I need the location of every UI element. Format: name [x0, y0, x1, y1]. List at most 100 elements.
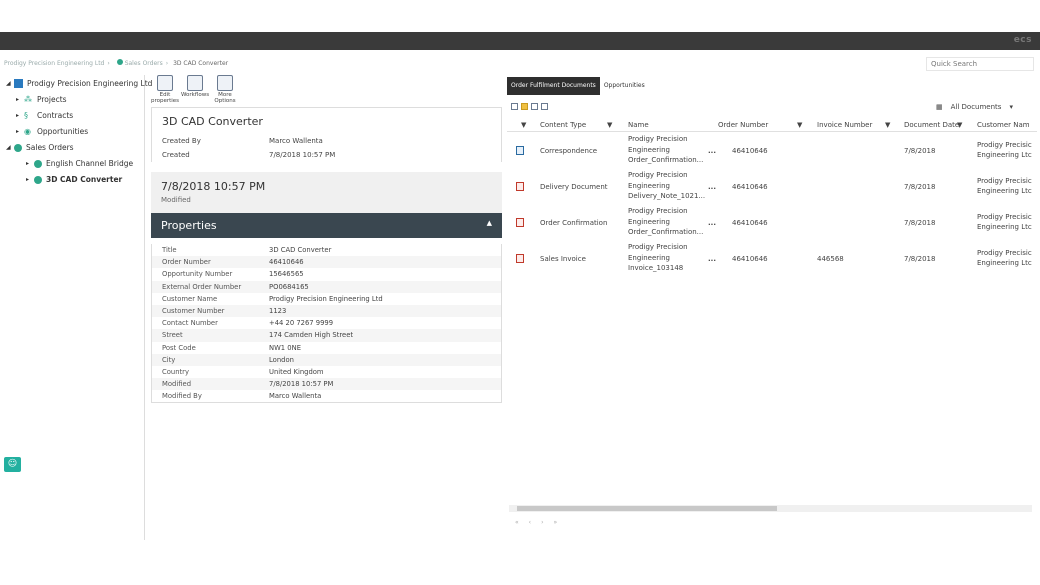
property-value: 46410646 — [269, 258, 304, 267]
tree-label: Opportunities — [37, 127, 89, 136]
workflows-icon — [187, 75, 203, 91]
table-row[interactable]: Sales Invoice Prodigy Precision Engineerin… — [507, 241, 1037, 277]
tree-item-3d-cad-converter[interactable]: ▸ 3D CAD Converter — [26, 175, 122, 184]
name-line: Prodigy Precision — [628, 135, 688, 143]
more-actions-button[interactable]: ... — [708, 255, 716, 263]
folder-icon[interactable] — [521, 103, 528, 110]
property-key: Street — [162, 331, 183, 340]
document-date-cell: 7/8/2018 — [904, 183, 936, 191]
tree-root[interactable]: ◢ Prodigy Precision Engineering Ltd — [6, 79, 152, 88]
column-content-type[interactable]: Content Type — [540, 121, 586, 129]
first-page-button[interactable]: « — [515, 519, 519, 526]
scroll-thumb[interactable] — [517, 506, 777, 511]
order-number-cell: 46410646 — [732, 219, 768, 227]
tree-label: Projects — [37, 95, 67, 104]
property-value: +44 20 7267 9999 — [269, 319, 334, 328]
document-card: 3D CAD Converter Created By Marco Wallent… — [151, 107, 502, 162]
app-header: ecs — [0, 32, 1040, 50]
prev-page-button[interactable]: ‹ — [529, 519, 531, 526]
order-number-cell: 46410646 — [732, 147, 768, 155]
name-line: Engineering — [628, 181, 670, 190]
document-date-cell: 7/8/2018 — [904, 219, 936, 227]
new-document-icon[interactable] — [511, 103, 518, 110]
order-number-cell: 46410646 — [732, 255, 768, 263]
tree-item-sales-orders[interactable]: ◢ Sales Orders — [6, 143, 74, 152]
table-row[interactable]: Order Confirmation Prodigy Precision Engin… — [507, 205, 1037, 241]
tree-item-opportunities[interactable]: ▸ ◉ Opportunities — [16, 127, 88, 136]
word-doc-icon — [516, 146, 524, 155]
chat-icon[interactable]: ☺ — [4, 457, 21, 472]
company-icon — [14, 79, 23, 88]
column-name[interactable]: Name — [628, 121, 649, 129]
table-row[interactable]: Delivery Document Prodigy Precision Engine… — [507, 169, 1037, 205]
opportunities-icon: ◉ — [24, 127, 31, 136]
breadcrumb-item[interactable]: 3D CAD Converter — [173, 60, 228, 67]
breadcrumb-item[interactable]: Prodigy Precision Engineering Ltd — [4, 60, 104, 67]
name-cell[interactable]: Prodigy Precision Engineering Invoice_1031… — [628, 242, 688, 274]
top-margin — [0, 0, 1040, 32]
customer-line: Engineering Ltc — [977, 151, 1032, 159]
customer-name-cell: Prodigy Precisic Engineering Ltc — [977, 212, 1032, 232]
column-order-number[interactable]: Order Number — [718, 121, 768, 129]
last-page-button[interactable]: » — [553, 519, 557, 526]
filter-icon[interactable]: ▼ — [521, 121, 526, 129]
column-customer-name[interactable]: Customer Nam — [977, 121, 1030, 129]
property-row: Contact Number +44 20 7267 9999 — [152, 317, 501, 329]
pdf-icon — [516, 182, 524, 191]
properties-header[interactable]: Properties ▲ — [151, 213, 502, 238]
table-row[interactable]: Correspondence Prodigy Precision Engineeri… — [507, 133, 1037, 169]
filter-icon[interactable]: ▼ — [607, 121, 612, 129]
customer-line: Prodigy Precisic — [977, 177, 1032, 185]
tree-item-contracts[interactable]: ▸ § Contracts — [16, 111, 73, 120]
property-row: Opportunity Number 15646565 — [152, 268, 501, 280]
grid-header: ▼ Content Type ▼ Name Order Number ▼ Inv… — [507, 118, 1037, 132]
pdf-icon — [516, 218, 524, 227]
filter-icon[interactable]: ▼ — [957, 121, 962, 129]
edit-properties-button[interactable]: Edit properties — [150, 73, 180, 105]
name-cell[interactable]: Prodigy Precision Engineering Delivery_Not… — [628, 170, 705, 202]
tree-item-english-channel-bridge[interactable]: ▸ English Channel Bridge — [26, 159, 133, 168]
column-document-date[interactable]: Document Date — [904, 121, 959, 129]
more-actions-button[interactable]: ... — [708, 219, 716, 227]
property-key: Order Number — [162, 258, 211, 267]
property-value: 174 Camden High Street — [269, 331, 354, 340]
filter-icon[interactable]: ▼ — [797, 121, 802, 129]
property-value: NW1 0NE — [269, 343, 301, 352]
workflows-button[interactable]: Workflows — [180, 73, 210, 105]
content-type-cell: Order Confirmation — [540, 219, 608, 227]
download-icon[interactable] — [541, 103, 548, 110]
breadcrumb: Prodigy Precision Engineering Ltd › Sales… — [4, 59, 229, 67]
tab-order-fulfilment-documents[interactable]: Order Fulfilment Documents — [507, 77, 600, 95]
collapse-icon[interactable]: ▲ — [487, 219, 492, 232]
quick-search-input[interactable]: Quick Search — [926, 57, 1034, 71]
sales-order-icon — [34, 159, 42, 168]
details-pane: Edit properties Workflows More Options 3… — [150, 73, 502, 540]
tab-opportunities[interactable]: Opportunities — [600, 77, 649, 95]
name-cell[interactable]: Prodigy Precision Engineering Order_Confir… — [628, 134, 703, 166]
breadcrumb-item[interactable]: Sales Orders — [125, 60, 163, 67]
created-by-label: Created By — [162, 137, 201, 145]
more-actions-button[interactable]: ... — [708, 147, 716, 155]
name-line: Engineering — [628, 217, 670, 226]
property-value: PO0684165 — [269, 282, 309, 291]
horizontal-scrollbar[interactable] — [509, 505, 1032, 512]
vertical-scrollbar[interactable] — [1026, 133, 1033, 503]
upload-icon[interactable] — [531, 103, 538, 110]
properties-title: Properties — [161, 219, 217, 232]
column-invoice-number[interactable]: Invoice Number — [817, 121, 872, 129]
more-options-button[interactable]: More Options — [210, 73, 240, 105]
next-page-button[interactable]: › — [541, 519, 543, 526]
more-actions-button[interactable]: ... — [708, 183, 716, 191]
view-selector[interactable]: ▦ All Documents ▾ — [936, 103, 1013, 111]
tree-label: Contracts — [37, 111, 74, 120]
property-row: Street 174 Camden High Street — [152, 329, 501, 342]
pdf-icon — [516, 254, 524, 263]
filter-icon[interactable]: ▼ — [885, 121, 890, 129]
name-line: Order_Confirmation... — [628, 156, 704, 164]
name-cell[interactable]: Prodigy Precision Engineering Order_Confir… — [628, 206, 703, 238]
toolbar: Edit properties Workflows More Options — [150, 73, 240, 105]
tree-item-projects[interactable]: ▸ ⁂ Projects — [16, 95, 67, 104]
property-key: Contact Number — [162, 319, 218, 328]
invoice-number-cell: 446568 — [817, 255, 844, 263]
customer-line: Engineering Ltc — [977, 187, 1032, 195]
